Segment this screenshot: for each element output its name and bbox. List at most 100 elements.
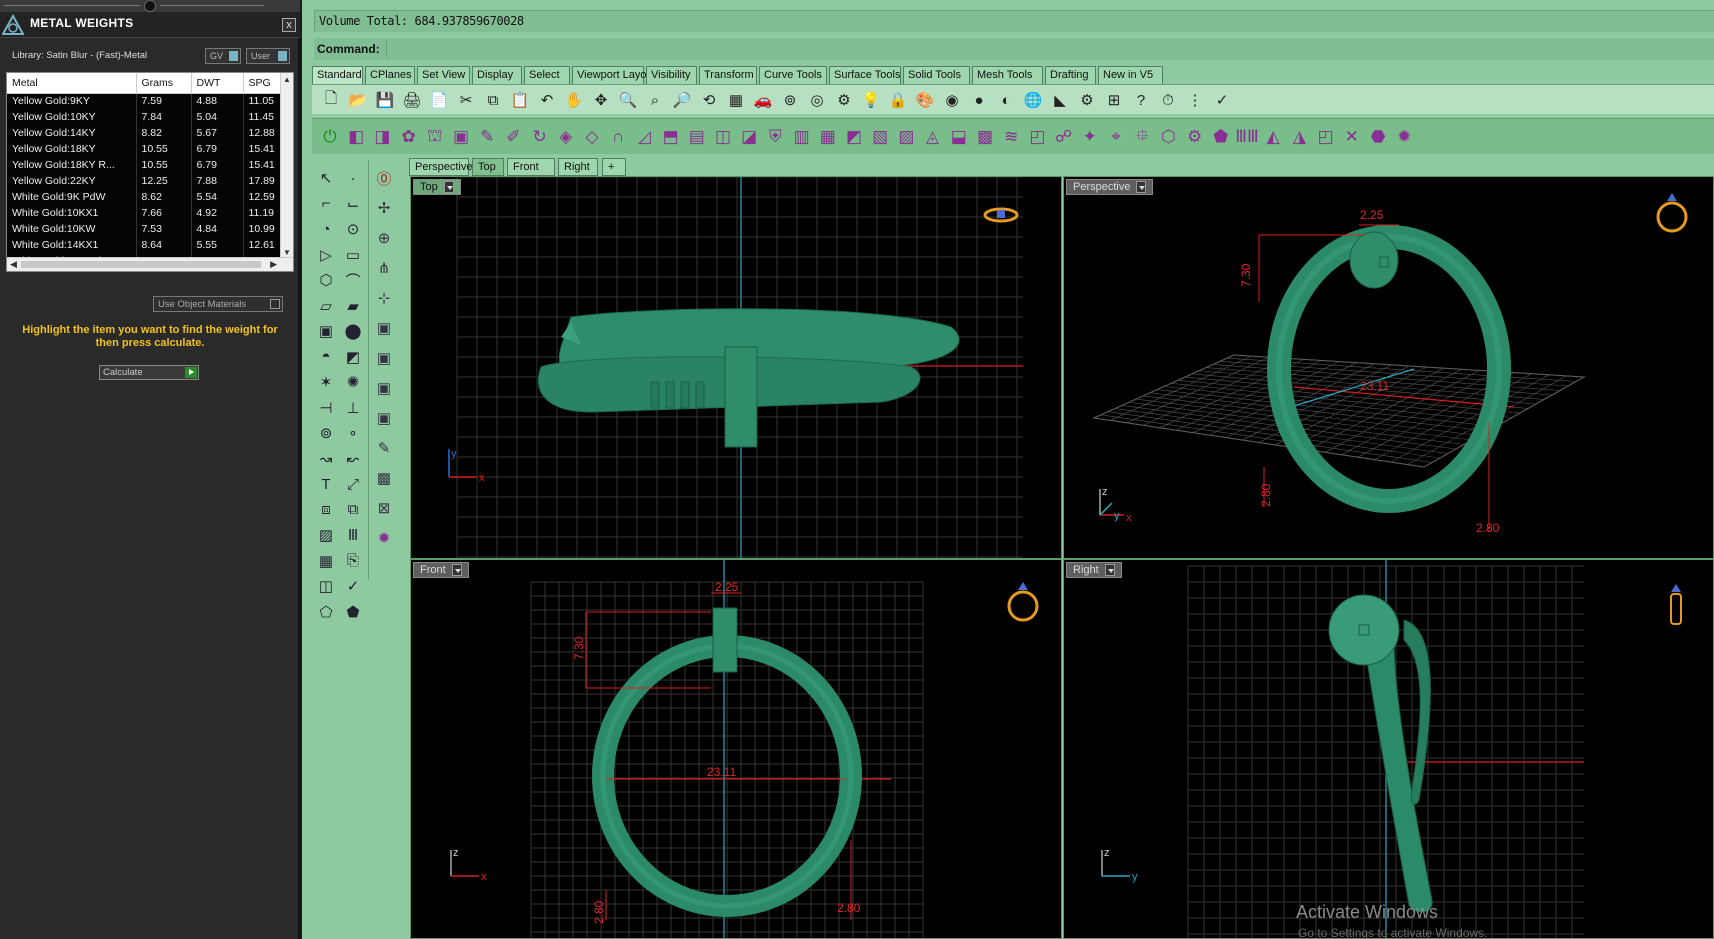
jewelry-tool-icon[interactable]: ✕ <box>1340 125 1364 149</box>
check-icon[interactable]: ✓ <box>1211 89 1233 111</box>
paste-icon[interactable]: 📋 <box>509 89 531 111</box>
scroll-left-icon[interactable]: ◀ <box>10 259 17 270</box>
side-tool-icon[interactable]: ⓪ <box>372 166 396 190</box>
tab-standard[interactable]: Standard <box>312 66 363 84</box>
viewport-tab-right[interactable]: Right <box>558 158 598 176</box>
tab-curve-tools[interactable]: Curve Tools <box>759 66 827 84</box>
jewelry-tool-icon[interactable]: ⬣ <box>1366 125 1390 149</box>
open-folder-icon[interactable]: 📂 <box>347 89 369 111</box>
jewelry-tool-icon[interactable]: ✦ <box>1078 125 1102 149</box>
jewelry-tool-icon[interactable]: ◧ <box>344 125 368 149</box>
side-tool-icon[interactable]: ▩ <box>372 466 396 490</box>
side-tool-icon[interactable]: ∘ <box>341 421 365 445</box>
jewelry-tool-icon[interactable]: ◪ <box>737 125 761 149</box>
side-tool-icon[interactable]: ⊙ <box>341 217 365 241</box>
chevron-down-icon[interactable] <box>1104 564 1115 577</box>
jewelry-tool-icon[interactable]: ◮ <box>1287 125 1311 149</box>
new-file-icon[interactable]: 🗋 <box>320 89 342 111</box>
jewelry-tool-icon[interactable]: ◨ <box>370 125 394 149</box>
jewelry-tool-icon[interactable]: ▣ <box>449 125 473 149</box>
side-tool-icon[interactable]: ↜ <box>341 447 365 471</box>
jewelry-tool-icon[interactable]: ◿ <box>632 125 656 149</box>
grid-icon[interactable]: ▦ <box>725 89 747 111</box>
column-header[interactable]: DWT <box>191 73 244 94</box>
viewport-tab-front[interactable]: Front <box>507 158 555 176</box>
tab-set-view[interactable]: Set View <box>417 66 470 84</box>
side-tool-icon[interactable]: ⧉ <box>341 498 365 522</box>
ring-thumbnail-icon[interactable] <box>1656 193 1688 233</box>
table-row[interactable]: White Gold:9K PdW 8.62 5.54 12.59 <box>7 189 283 205</box>
jewelry-tool-icon[interactable]: ⛨ <box>763 125 787 149</box>
column-header[interactable]: SPG <box>243 73 283 94</box>
jewelry-tool-icon[interactable]: ◇ <box>580 125 604 149</box>
ring-thumbnail-icon[interactable] <box>983 207 1019 223</box>
scroll-right-icon[interactable]: ▶ <box>270 259 277 270</box>
side-tool-icon[interactable]: ▣ <box>372 346 396 370</box>
table-row[interactable]: Yellow Gold:10KY 7.84 5.04 11.45 <box>7 109 283 125</box>
jewelry-tool-icon[interactable]: ◈ <box>554 125 578 149</box>
column-header[interactable]: Grams <box>136 73 192 94</box>
column-header[interactable]: Metal <box>7 73 137 94</box>
jewelry-tool-icon[interactable]: ☍ <box>1052 125 1076 149</box>
table-row[interactable]: White Gold:14KX1 8.64 5.55 12.61 <box>7 237 283 253</box>
side-tool-icon[interactable]: ▣ <box>372 406 396 430</box>
move-view-icon[interactable]: ✥ <box>590 89 612 111</box>
side-tool-icon[interactable]: ⊥ <box>341 396 365 420</box>
gear-icon[interactable]: ⚙ <box>1076 89 1098 111</box>
color-icon[interactable]: 🎨 <box>914 89 936 111</box>
play-icon[interactable] <box>185 367 197 378</box>
side-tool-icon[interactable]: ⋔ <box>372 256 396 280</box>
side-tool-icon[interactable]: ▨ <box>314 523 338 547</box>
side-tool-icon[interactable]: ⌐ <box>314 192 338 216</box>
table-row[interactable]: Yellow Gold:14KY 8.82 5.67 12.88 <box>7 125 283 141</box>
clock-icon[interactable]: ⏱ <box>1157 89 1179 111</box>
jewelry-tool-icon[interactable]: ∩ <box>606 125 630 149</box>
ring-thumbnail-icon[interactable] <box>1007 582 1039 622</box>
settings-icon[interactable]: ⚙ <box>833 89 855 111</box>
tab-transform[interactable]: Transform <box>699 66 757 84</box>
target-icon[interactable]: ⊚ <box>779 89 801 111</box>
panel-grip-bar[interactable] <box>0 0 300 12</box>
side-tool-icon[interactable]: ↝ <box>314 447 338 471</box>
jewelry-tool-icon[interactable]: ⏻ <box>318 125 342 149</box>
jewelry-tool-icon[interactable]: ⌖ <box>1104 125 1128 149</box>
vertical-scrollbar[interactable]: ▲ ▼ <box>280 73 293 259</box>
circle-icon[interactable]: ◎ <box>806 89 828 111</box>
checkbox-icon[interactable] <box>270 299 280 309</box>
save-icon[interactable]: 💾 <box>374 89 396 111</box>
jewelry-tool-icon[interactable]: ⬟ <box>1209 125 1233 149</box>
tab-select[interactable]: Select <box>524 66 570 84</box>
jewelry-tool-icon[interactable]: ↻ <box>528 125 552 149</box>
gv-toggle[interactable]: GV <box>205 48 241 64</box>
side-tool-icon[interactable]: ⊚ <box>314 421 338 445</box>
use-object-materials-checkbox[interactable]: Use Object Materials <box>153 296 283 312</box>
viewport-label-front[interactable]: Front <box>413 562 469 578</box>
side-tool-icon[interactable]: ◫ <box>314 574 338 598</box>
jewelry-tool-icon[interactable]: ◰ <box>1314 125 1338 149</box>
panel-close-button[interactable]: x <box>282 18 296 32</box>
copy-icon[interactable]: ⧉ <box>482 89 504 111</box>
viewport-tab-perspective[interactable]: Perspective <box>409 158 472 176</box>
viewport-top[interactable]: y x Top <box>410 176 1062 559</box>
jewelry-tool-icon[interactable]: ◩ <box>842 125 866 149</box>
print-icon[interactable]: 🖨 <box>401 89 423 111</box>
jewelry-tool-icon[interactable]: ▨ <box>894 125 918 149</box>
side-tool-icon[interactable]: ✺ <box>341 370 365 394</box>
side-tool-icon[interactable]: ⎘ <box>341 549 365 573</box>
sphere-icon[interactable]: ● <box>968 89 990 111</box>
side-tool-icon[interactable]: ▭ <box>341 243 365 267</box>
tab-new-in-v5[interactable]: New in V5 <box>1098 66 1163 84</box>
tab-solid-tools[interactable]: Solid Tools <box>903 66 970 84</box>
scroll-down-icon[interactable]: ▼ <box>283 248 291 257</box>
jewelry-tool-icon[interactable]: ◫ <box>711 125 735 149</box>
globe-icon[interactable]: 🌐 <box>1022 89 1044 111</box>
table-row[interactable]: Yellow Gold:22KY 12.25 7.88 17.89 <box>7 173 283 189</box>
ring-thumbnail-icon[interactable] <box>1670 584 1682 625</box>
side-tool-icon[interactable]: ✓ <box>341 574 365 598</box>
zoom-icon[interactable]: 🔍 <box>617 89 639 111</box>
command-input[interactable] <box>386 40 1714 58</box>
pan-icon[interactable]: ✋ <box>563 89 585 111</box>
side-tool-icon[interactable]: ▰ <box>341 294 365 318</box>
side-tool-icon[interactable]: ⊣ <box>314 396 338 420</box>
tab-viewport-layout[interactable]: Viewport Layout <box>572 66 656 84</box>
